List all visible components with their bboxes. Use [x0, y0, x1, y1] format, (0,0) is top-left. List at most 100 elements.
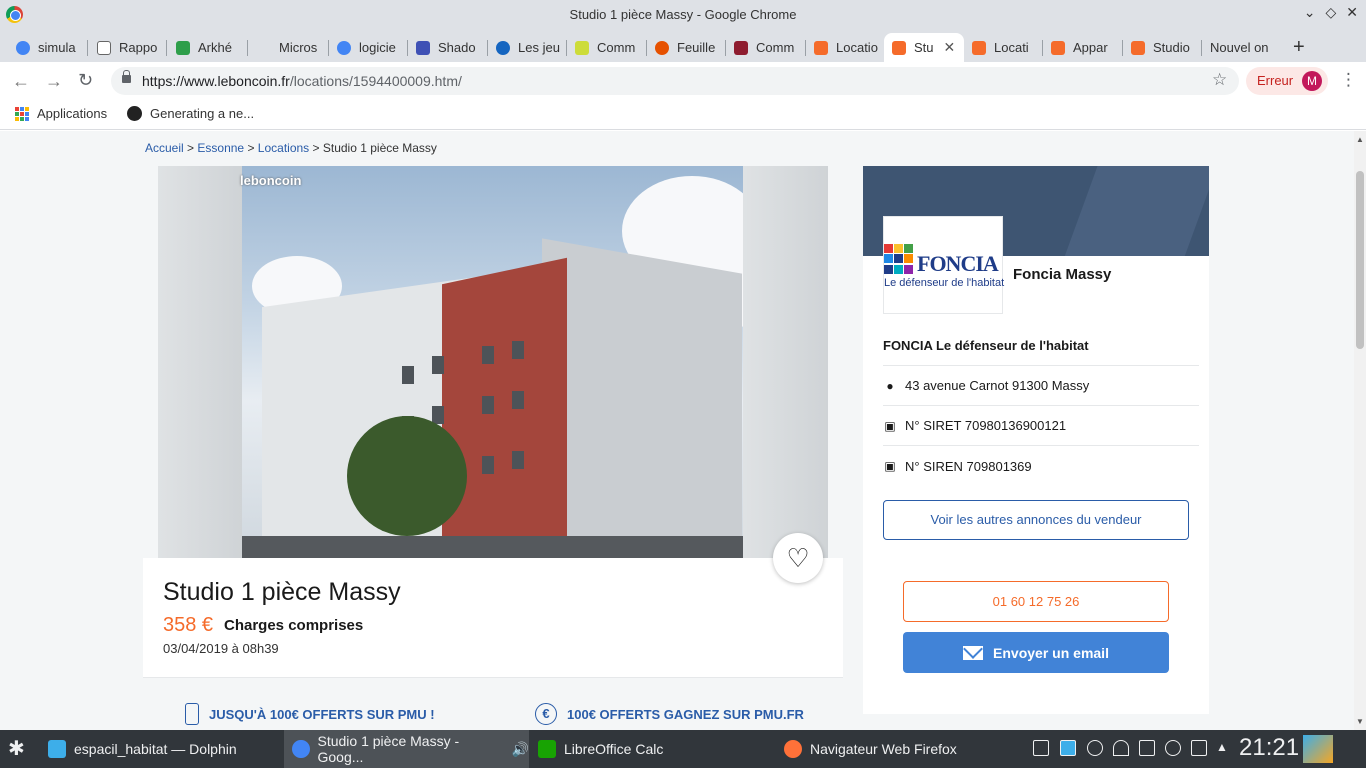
task-firefox[interactable]: Navigateur Web Firefox	[776, 730, 1021, 768]
favorite-heart-button[interactable]: ♡	[773, 533, 823, 583]
notification-icon[interactable]	[1060, 740, 1076, 756]
scroll-down-icon[interactable]: ▼	[1356, 717, 1364, 726]
palm-icon	[575, 40, 589, 55]
task-chrome[interactable]: Studio 1 pièce Massy - Goog... 🔊	[284, 730, 529, 768]
listing-date: 03/04/2019 à 08h39	[163, 641, 279, 656]
breadcrumb-home[interactable]: Accueil	[145, 141, 184, 155]
listing-photo[interactable]	[242, 166, 743, 558]
tab-3[interactable]: Micros	[249, 33, 329, 62]
bird-icon	[734, 40, 748, 55]
tab-4[interactable]: logicie	[329, 33, 408, 62]
power-icon[interactable]	[1165, 740, 1181, 756]
foncia-logo-tagline: Le défenseur de l'habitat	[884, 277, 1005, 289]
task-dolphin[interactable]: espacil_habitat — Dolphin	[40, 730, 283, 768]
mail-icon	[963, 645, 984, 660]
smartphone-icon	[185, 703, 199, 725]
briefcase-icon: ▣	[884, 418, 896, 433]
leboncoin-icon	[892, 40, 906, 55]
page-scrollbar[interactable]: ▲ ▼	[1354, 131, 1366, 730]
apps-grid-icon	[15, 106, 29, 121]
github-icon	[127, 106, 142, 121]
tab-12[interactable]: Locati	[964, 33, 1043, 62]
listing-title: Studio 1 pièce Massy	[163, 578, 401, 606]
google-icon	[337, 40, 351, 55]
show-desktop-icon[interactable]	[1303, 735, 1333, 763]
other-ads-button[interactable]: Voir les autres annonces du vendeur	[883, 500, 1189, 540]
bookmark-github[interactable]: Generating a ne...	[127, 106, 254, 121]
bookmark-star-icon[interactable]: ☆	[1212, 70, 1227, 90]
send-email-button[interactable]: Envoyer un email	[903, 632, 1169, 673]
tab-5[interactable]: Shado	[408, 33, 488, 62]
seller-siret-row: ▣ N° SIRET 70980136900121	[883, 406, 1199, 446]
firefox-icon	[784, 740, 802, 758]
reload-icon[interactable]: ↻	[78, 70, 93, 91]
breadcrumb-region[interactable]: Essonne	[197, 141, 244, 155]
breadcrumb-current: Studio 1 pièce Massy	[322, 141, 437, 155]
close-tab-icon[interactable]: ✕	[944, 39, 956, 56]
seller-company: FONCIA Le défenseur de l'habitat	[883, 326, 1199, 366]
audio-playing-icon: 🔊	[511, 740, 529, 757]
listing-info-card: Studio 1 pièce Massy 358 € Charges compr…	[143, 558, 843, 678]
shadow-icon	[416, 40, 430, 55]
heart-icon: ♡	[786, 543, 810, 573]
kde-taskbar: ✱ espacil_habitat — Dolphin Studio 1 piè…	[0, 730, 1366, 768]
document-icon	[97, 40, 111, 55]
chrome-menu-icon[interactable]: ⋮	[1340, 70, 1357, 90]
minimize-icon[interactable]: ⌄	[1304, 4, 1316, 21]
task-libreoffice-calc[interactable]: LibreOffice Calc	[530, 730, 775, 768]
tab-6[interactable]: Les jeu	[488, 33, 567, 62]
seller-logo[interactable]: FONCIA Le défenseur de l'habitat	[883, 216, 1005, 314]
close-window-icon[interactable]: ✕	[1346, 4, 1358, 21]
promo-link-2[interactable]: € 100€ OFFERTS GAGNEZ SUR PMU.FR	[535, 703, 804, 725]
tab-13[interactable]: Appar	[1043, 33, 1123, 62]
listing-price: 358 €	[163, 614, 214, 636]
lock-icon[interactable]	[122, 70, 131, 83]
calc-icon	[538, 740, 556, 758]
tab-0[interactable]: simula	[8, 33, 88, 62]
url-text[interactable]: https://www.leboncoin.fr/locations/15944…	[142, 73, 462, 89]
volume-icon[interactable]	[1139, 740, 1155, 756]
clock[interactable]: 21:21	[1239, 734, 1299, 762]
promo-link-1[interactable]: JUSQU'À 100€ OFFERTS SUR PMU !	[185, 703, 435, 725]
new-tab-icon[interactable]: +	[1293, 36, 1305, 59]
dolphin-folder-icon	[48, 740, 66, 758]
tray-expand-icon[interactable]: ▲	[1216, 740, 1232, 756]
photo-gallery[interactable]: leboncoin	[158, 166, 828, 558]
tab-9[interactable]: Comm	[726, 33, 806, 62]
kde-launcher-icon[interactable]: ✱	[8, 738, 30, 760]
tab-strip: simula Rappo Arkhé Micros logicie Shado …	[0, 29, 1366, 62]
battery-icon[interactable]	[1033, 740, 1049, 756]
breadcrumb-category[interactable]: Locations	[258, 141, 309, 155]
tab-14[interactable]: Studio	[1123, 33, 1202, 62]
scrollbar-thumb[interactable]	[1356, 171, 1364, 349]
foncia-logo-text: FONCIA	[917, 251, 999, 276]
tab-15[interactable]: Nouvel on	[1202, 33, 1282, 62]
seller-panel: FONCIA Le défenseur de l'habitat Foncia …	[863, 166, 1209, 714]
update-icon[interactable]	[1087, 740, 1103, 756]
page-content: Accueil > Essonne > Locations > Studio 1…	[0, 131, 1354, 730]
scroll-up-icon[interactable]: ▲	[1356, 135, 1364, 144]
maximize-icon[interactable]: ◇	[1325, 4, 1336, 21]
tab-11-active[interactable]: Stu ✕	[884, 33, 964, 62]
tab-7[interactable]: Comm	[567, 33, 647, 62]
bookmarks-bar: Applications Generating a ne...	[0, 100, 1366, 130]
lock-screen-icon[interactable]	[1191, 740, 1207, 756]
profile-avatar[interactable]: M	[1302, 71, 1322, 91]
tab-8[interactable]: Feuille	[647, 33, 726, 62]
seller-siren-row: ▣ N° SIREN 709801369	[884, 458, 1032, 474]
wifi-icon[interactable]	[1113, 740, 1129, 756]
tab-1[interactable]: Rappo	[89, 33, 167, 62]
euro-icon: €	[535, 703, 557, 725]
phone-button[interactable]: 01 60 12 75 26	[903, 581, 1169, 622]
briefcase-icon: ▣	[884, 459, 896, 473]
arkhe-icon	[176, 40, 190, 55]
bookmark-applications[interactable]: Applications	[15, 106, 107, 121]
tab-10[interactable]: Locatio	[806, 33, 885, 62]
back-icon[interactable]: ←	[12, 71, 30, 92]
forward-icon[interactable]: →	[45, 71, 63, 92]
google-icon	[16, 40, 30, 55]
foncia-house-icon	[884, 244, 914, 274]
jeux-icon	[496, 40, 510, 55]
tab-2[interactable]: Arkhé	[168, 33, 248, 62]
seller-name[interactable]: Foncia Massy	[1013, 266, 1111, 283]
